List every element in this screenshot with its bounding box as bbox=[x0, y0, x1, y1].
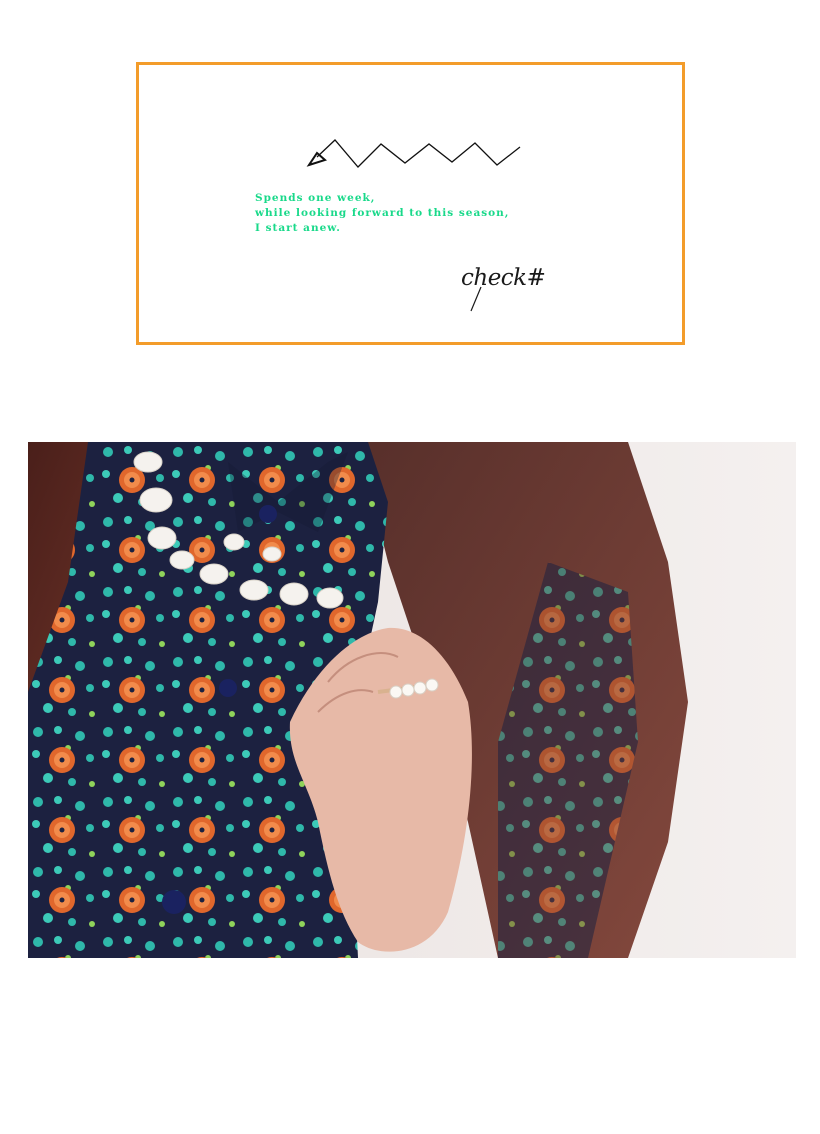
intro-card: Spends one week, while looking forward t… bbox=[136, 62, 685, 345]
tagline-line-2: while looking forward to this season, bbox=[255, 207, 510, 219]
zigzag-arrow-icon bbox=[306, 139, 521, 168]
product-photo bbox=[28, 442, 796, 958]
tagline: Spends one week, while looking forward t… bbox=[255, 191, 509, 236]
floral-shirt-pearl-ring-photo bbox=[28, 442, 796, 958]
tagline-line-3: I start anew. bbox=[255, 222, 341, 234]
signature-stroke-icon bbox=[470, 286, 482, 312]
tagline-line-1: Spends one week, bbox=[255, 192, 376, 204]
